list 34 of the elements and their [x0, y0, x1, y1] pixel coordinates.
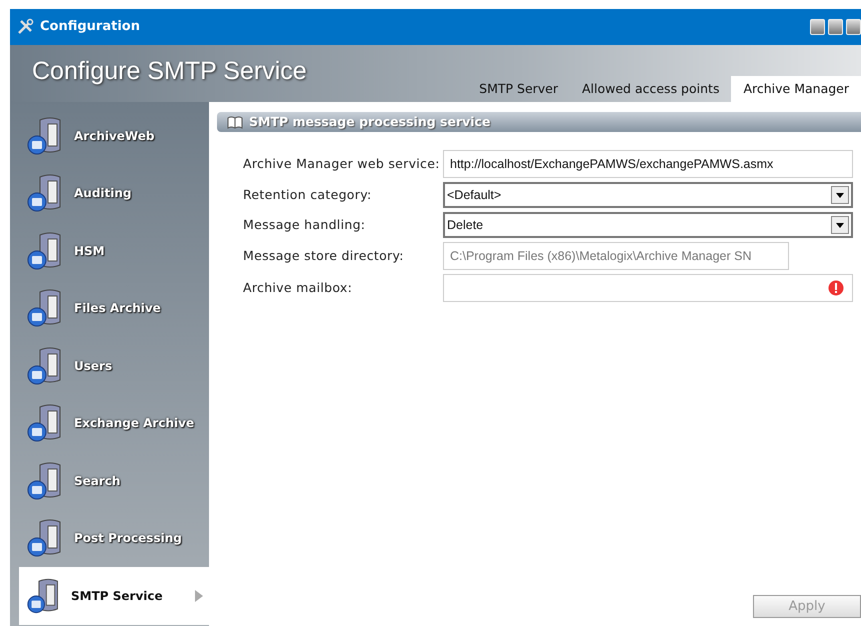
window-title: Configuration	[40, 18, 140, 36]
minimize-button[interactable]	[810, 19, 825, 35]
field-label: Retention category:	[243, 186, 372, 204]
dropdown[interactable]: Delete	[443, 212, 853, 238]
book-icon	[227, 116, 243, 128]
input-field[interactable]: http://localhost/ExchangePAMWS/exchangePAMWS.asmx	[443, 150, 853, 178]
maximize-button[interactable]	[828, 19, 843, 35]
sidebar-item[interactable]: Auditing	[10, 164, 209, 222]
section-title: SMTP message processing service	[249, 112, 490, 131]
error-icon	[828, 280, 844, 296]
input-field[interactable]	[443, 274, 853, 302]
sidebar-item[interactable]: Post Processing	[10, 510, 209, 567]
field-label: Archive Manager web service:	[243, 154, 441, 173]
field-label: Archive mailbox:	[243, 278, 354, 297]
sidebar-item[interactable]: Search	[10, 452, 209, 510]
sidebar-item[interactable]: Users	[10, 337, 209, 394]
page-title: Configure SMTP Service	[31, 56, 307, 87]
arrow-icon	[194, 588, 203, 603]
sidebar-item[interactable]: Files Archive	[10, 280, 209, 337]
caret-icon[interactable]	[831, 216, 849, 234]
sidebar-item[interactable]: HSM	[10, 222, 209, 280]
sidebar-item[interactable]: Exchange Archive	[10, 394, 209, 452]
tab[interactable]: Allowed access points	[570, 76, 732, 102]
tab[interactable]: Archive Manager	[731, 76, 861, 102]
close-button[interactable]	[846, 19, 861, 35]
sidebar-item[interactable]: SMTP Service	[19, 567, 209, 624]
field-label: Message store directory:	[243, 246, 405, 265]
sidebar-item[interactable]: ArchiveWeb	[10, 107, 209, 164]
input-field[interactable]: C:\Program Files (x86)\Metalogix\Archive Manager SN	[443, 242, 789, 270]
caret-icon[interactable]	[831, 186, 849, 204]
dropdown[interactable]: <Default>	[443, 182, 853, 208]
field-label: Message handling:	[243, 216, 366, 234]
tools-icon	[16, 18, 34, 36]
tab[interactable]: SMTP Server	[467, 76, 570, 102]
